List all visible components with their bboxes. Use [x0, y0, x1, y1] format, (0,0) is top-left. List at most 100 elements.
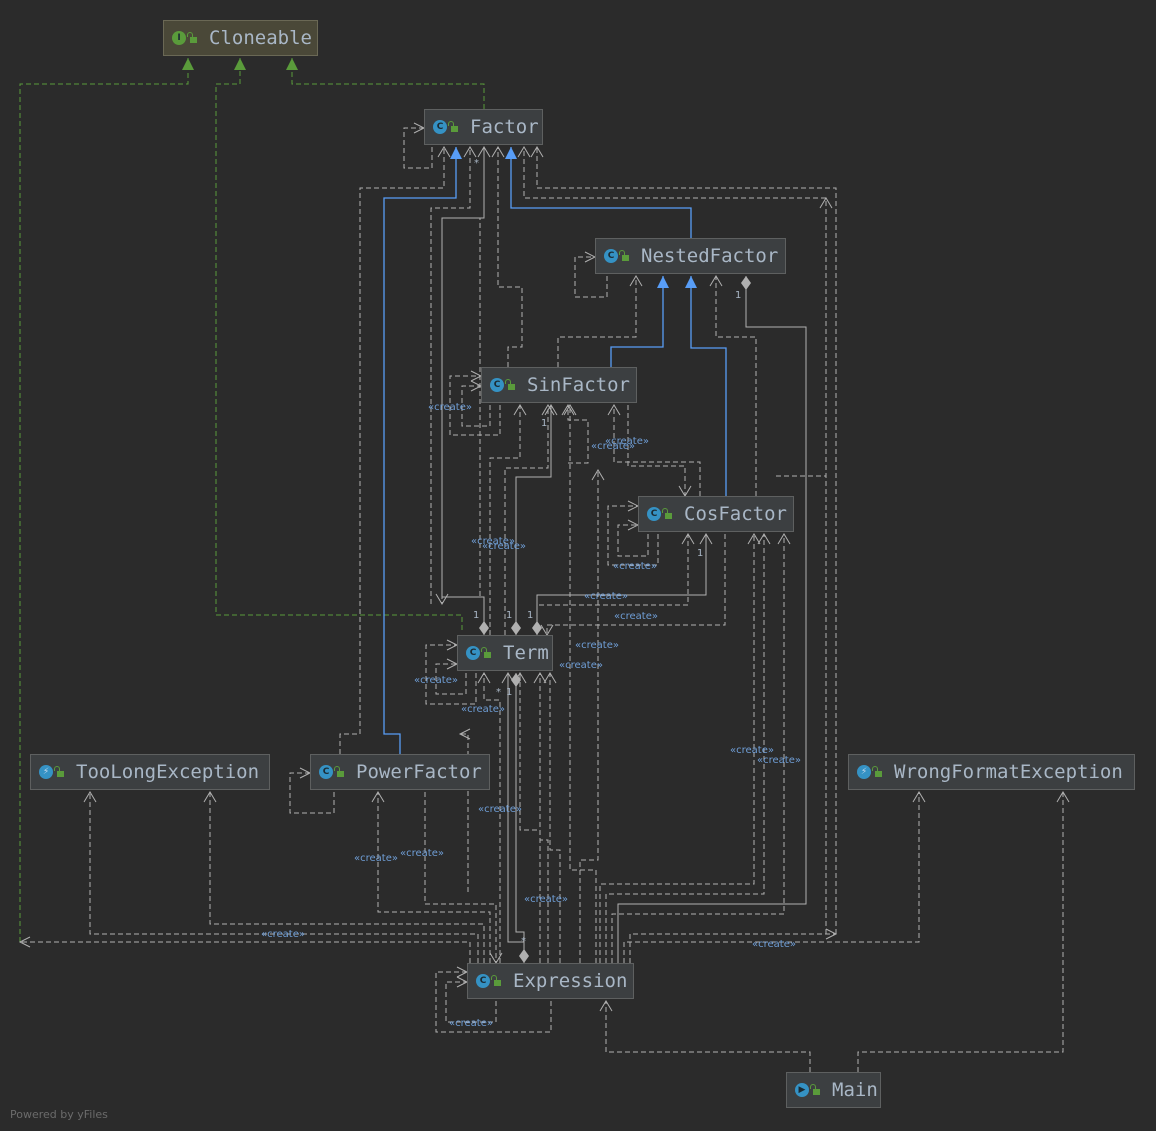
composition-diamond	[741, 276, 751, 290]
interface-icon: I	[172, 31, 186, 45]
composition-diamond	[479, 621, 489, 635]
public-lock-icon	[505, 379, 515, 390]
main-class-icon: ▶	[795, 1083, 809, 1097]
node-label: Factor	[470, 116, 539, 138]
multiplicity-label: *	[474, 158, 479, 169]
node-nested-factor[interactable]: C NestedFactor	[595, 238, 786, 274]
class-icon: C	[490, 378, 504, 392]
multiplicity-label: 1	[697, 548, 704, 559]
public-lock-icon	[810, 1084, 820, 1095]
public-lock-icon	[334, 766, 344, 777]
arrowhead-triangle	[505, 147, 517, 159]
node-label: Expression	[513, 970, 628, 992]
dependency-edge	[579, 470, 599, 963]
dependency-edge	[483, 673, 501, 963]
inheritance-edge	[383, 147, 457, 754]
edge-label-create: «create»	[757, 755, 801, 766]
multiplicity-label: 1	[527, 610, 534, 621]
multiplicity-label: 1	[473, 610, 480, 621]
node-label: SinFactor	[527, 374, 630, 396]
exception-icon: ⚡	[857, 765, 871, 779]
multiplicity-label: *	[496, 687, 501, 698]
dependency-edge	[549, 673, 561, 963]
node-label: PowerFactor	[356, 761, 482, 783]
footer-powered-by: Powered by yFiles	[10, 1108, 108, 1121]
arrowhead-triangle	[450, 147, 462, 159]
public-lock-icon	[54, 766, 64, 777]
edge-label-create: «create»	[449, 1018, 493, 1029]
edge-label-create: «create»	[414, 675, 458, 686]
diagram-edges	[18, 58, 1070, 1072]
edge-label-create: «create»	[482, 541, 526, 552]
exception-icon: ⚡	[39, 765, 53, 779]
dependency-edge	[627, 405, 686, 496]
multiplicity-label: 1	[506, 687, 513, 698]
abstract-class-icon: C	[433, 120, 447, 134]
node-label: TooLongException	[76, 761, 260, 783]
edge-label-create: «create»	[524, 894, 568, 905]
node-too-long-exception[interactable]: ⚡ TooLongException	[30, 754, 270, 790]
dependency-edge	[504, 405, 549, 635]
inheritance-edge	[690, 276, 727, 496]
inheritance-edge	[610, 276, 664, 367]
node-power-factor[interactable]: C PowerFactor	[310, 754, 490, 790]
dependency-edge	[557, 276, 637, 367]
inheritance-edge	[510, 147, 692, 238]
dependency-edge	[857, 792, 1064, 1072]
class-icon: C	[466, 646, 480, 660]
node-sin-factor[interactable]: C SinFactor	[481, 367, 637, 403]
node-expression[interactable]: C Expression	[467, 963, 634, 999]
multiplicity-label: *	[521, 936, 526, 947]
node-cloneable[interactable]: I Cloneable	[163, 20, 318, 56]
arrowhead-triangle	[182, 58, 194, 70]
dependency-edge	[536, 534, 689, 635]
node-factor[interactable]: C Factor	[424, 109, 543, 145]
dependency-edge	[567, 405, 589, 464]
edge-label-create: «create»	[354, 853, 398, 864]
node-label: Cloneable	[209, 27, 312, 49]
public-lock-icon	[481, 647, 491, 658]
realization-edge	[19, 58, 189, 942]
class-icon: C	[319, 765, 333, 779]
abstract-class-icon: C	[604, 249, 618, 263]
dependency-edge	[519, 673, 541, 963]
dependency-edge	[20, 941, 471, 963]
node-term[interactable]: C Term	[457, 635, 553, 671]
public-lock-icon	[187, 32, 197, 43]
node-cos-factor[interactable]: C CosFactor	[638, 496, 794, 532]
dependency-edge	[424, 792, 497, 963]
dependency-edge	[339, 147, 445, 754]
edge-label-create: «create»	[613, 561, 657, 572]
multiplicity-label: 1	[506, 610, 513, 621]
edge-label-create: «create»	[428, 402, 472, 413]
multiplicity-label: 1	[735, 290, 742, 301]
composition-diamond	[519, 949, 529, 963]
node-wrong-format-exception[interactable]: ⚡ WrongFormatException	[848, 754, 1135, 790]
dependency-edge	[539, 673, 549, 963]
node-label: WrongFormatException	[894, 761, 1123, 783]
node-main[interactable]: ▶ Main	[786, 1072, 881, 1108]
dependency-edge	[629, 933, 836, 963]
edge-label-create: «create»	[614, 611, 658, 622]
edge-label-create: «create»	[478, 804, 522, 815]
dependency-edge	[377, 792, 491, 963]
public-lock-icon	[662, 508, 672, 519]
edge-label-create: «create»	[461, 704, 505, 715]
edge-label-create: «create»	[584, 591, 628, 602]
edge-label-create: «create»	[559, 660, 603, 671]
public-lock-icon	[619, 250, 629, 261]
public-lock-icon	[448, 121, 458, 132]
dependency-edge	[605, 1001, 811, 1072]
class-icon: C	[647, 507, 661, 521]
dependency-edge	[569, 405, 597, 963]
dependency-edge	[623, 792, 920, 963]
multiplicity-label: 1	[541, 418, 548, 429]
edge-label-create: «create»	[575, 640, 619, 651]
arrowhead-triangle	[657, 276, 669, 288]
dependency-edge	[715, 276, 757, 496]
dependency-edge	[497, 147, 523, 367]
edge-label-create: «create»	[261, 929, 305, 940]
edge-label-create: «create»	[752, 939, 796, 950]
composition-diamond	[511, 621, 521, 635]
arrowhead-triangle	[286, 58, 298, 70]
